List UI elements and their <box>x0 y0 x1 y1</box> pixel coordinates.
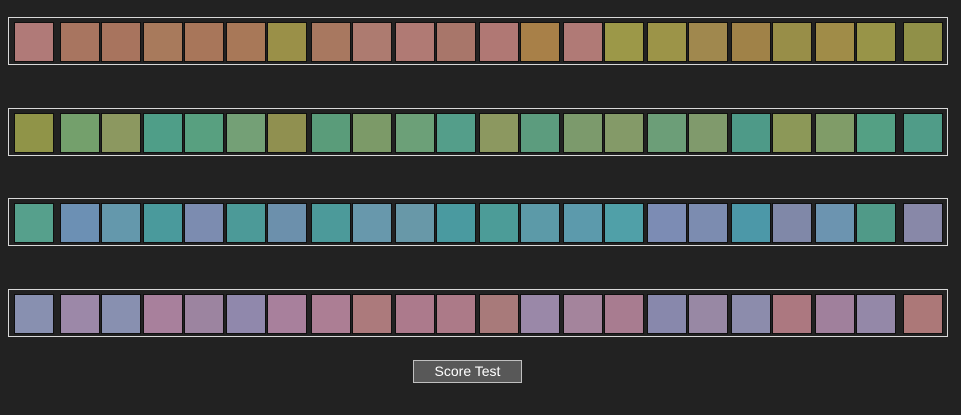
color-chip[interactable] <box>772 113 812 153</box>
color-chip[interactable] <box>267 203 307 243</box>
color-chip[interactable] <box>563 113 603 153</box>
color-chip[interactable] <box>520 294 560 334</box>
score-test-button[interactable]: Score Test <box>413 360 522 383</box>
color-chip[interactable] <box>352 203 392 243</box>
color-chip[interactable] <box>731 113 771 153</box>
color-chip[interactable] <box>395 294 435 334</box>
color-chip[interactable] <box>520 22 560 62</box>
color-chip[interactable] <box>101 22 141 62</box>
anchor-color-chip <box>903 113 943 153</box>
color-chip[interactable] <box>60 294 100 334</box>
color-chip[interactable] <box>311 294 351 334</box>
color-chip[interactable] <box>395 203 435 243</box>
color-chip[interactable] <box>226 294 266 334</box>
color-chip[interactable] <box>731 294 771 334</box>
color-chip[interactable] <box>856 22 896 62</box>
color-chip[interactable] <box>856 113 896 153</box>
color-chip[interactable] <box>647 22 687 62</box>
color-chip[interactable] <box>688 294 728 334</box>
color-chip[interactable] <box>395 22 435 62</box>
color-chip[interactable] <box>143 113 183 153</box>
color-chip[interactable] <box>604 294 644 334</box>
color-chip[interactable] <box>772 203 812 243</box>
anchor-color-chip <box>14 294 54 334</box>
color-chip[interactable] <box>60 113 100 153</box>
color-chip[interactable] <box>143 294 183 334</box>
color-chip[interactable] <box>688 22 728 62</box>
row-3 <box>8 198 948 246</box>
color-chip[interactable] <box>352 22 392 62</box>
color-chip[interactable] <box>436 203 476 243</box>
color-chip[interactable] <box>479 113 519 153</box>
anchor-color-chip <box>903 294 943 334</box>
color-chip[interactable] <box>479 22 519 62</box>
color-chip[interactable] <box>563 294 603 334</box>
color-chip[interactable] <box>815 203 855 243</box>
color-chip[interactable] <box>184 22 224 62</box>
color-chip[interactable] <box>311 203 351 243</box>
color-chip[interactable] <box>267 22 307 62</box>
color-chip[interactable] <box>479 203 519 243</box>
color-chip[interactable] <box>688 203 728 243</box>
color-chip[interactable] <box>352 294 392 334</box>
color-chip[interactable] <box>604 203 644 243</box>
color-chip[interactable] <box>267 113 307 153</box>
color-chip[interactable] <box>731 203 771 243</box>
color-chip[interactable] <box>563 203 603 243</box>
color-chip[interactable] <box>267 294 307 334</box>
color-chip[interactable] <box>60 203 100 243</box>
color-chip[interactable] <box>436 22 476 62</box>
color-chip[interactable] <box>143 203 183 243</box>
color-chip[interactable] <box>815 22 855 62</box>
color-chip[interactable] <box>226 22 266 62</box>
color-chip[interactable] <box>184 294 224 334</box>
color-chip[interactable] <box>856 203 896 243</box>
color-chip[interactable] <box>731 22 771 62</box>
color-chip[interactable] <box>563 22 603 62</box>
row-1 <box>8 17 948 65</box>
color-chip[interactable] <box>60 22 100 62</box>
anchor-color-chip <box>903 22 943 62</box>
color-chip[interactable] <box>520 203 560 243</box>
color-chip[interactable] <box>772 22 812 62</box>
color-chip[interactable] <box>604 113 644 153</box>
color-chip[interactable] <box>647 113 687 153</box>
row-4 <box>8 289 948 337</box>
color-chip[interactable] <box>101 203 141 243</box>
color-chip[interactable] <box>815 113 855 153</box>
color-chip[interactable] <box>395 113 435 153</box>
anchor-color-chip <box>903 203 943 243</box>
color-chip[interactable] <box>520 113 560 153</box>
color-chip[interactable] <box>184 113 224 153</box>
color-chip[interactable] <box>101 113 141 153</box>
color-chip[interactable] <box>436 113 476 153</box>
color-chip[interactable] <box>856 294 896 334</box>
color-chip[interactable] <box>143 22 183 62</box>
color-chip[interactable] <box>815 294 855 334</box>
row-2 <box>8 108 948 156</box>
color-chip[interactable] <box>647 203 687 243</box>
anchor-color-chip <box>14 113 54 153</box>
anchor-color-chip <box>14 22 54 62</box>
color-chip[interactable] <box>226 203 266 243</box>
color-chip[interactable] <box>479 294 519 334</box>
color-chip[interactable] <box>604 22 644 62</box>
color-chip[interactable] <box>101 294 141 334</box>
color-chip[interactable] <box>772 294 812 334</box>
color-chip[interactable] <box>647 294 687 334</box>
color-chip[interactable] <box>688 113 728 153</box>
color-chip[interactable] <box>311 22 351 62</box>
color-chip[interactable] <box>184 203 224 243</box>
color-chip[interactable] <box>436 294 476 334</box>
color-chip[interactable] <box>352 113 392 153</box>
anchor-color-chip <box>14 203 54 243</box>
color-chip[interactable] <box>311 113 351 153</box>
color-chip[interactable] <box>226 113 266 153</box>
